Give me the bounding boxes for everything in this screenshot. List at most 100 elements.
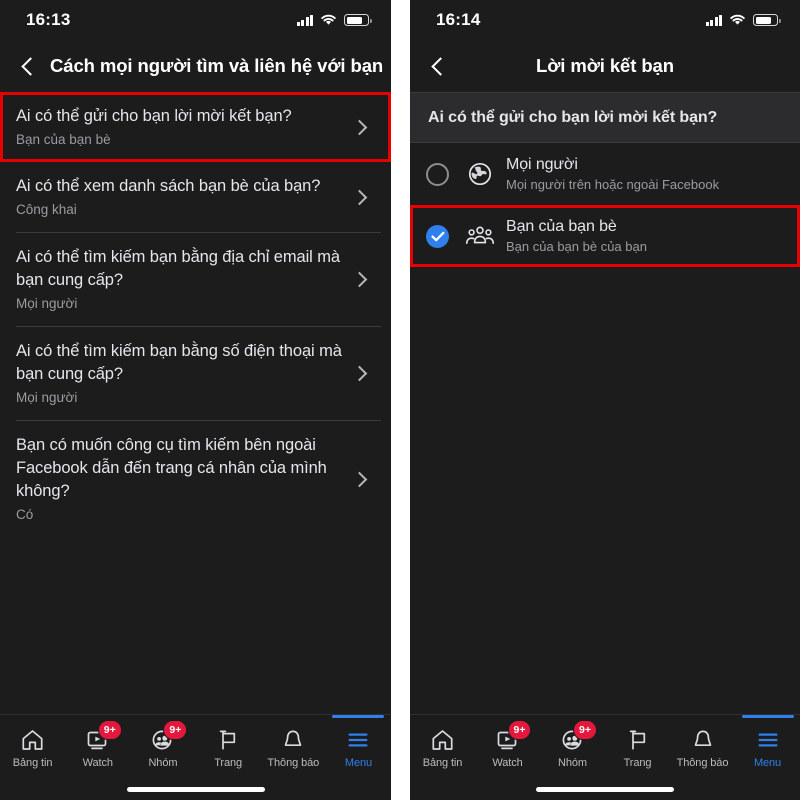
home-icon <box>430 727 455 753</box>
battery-icon <box>753 14 781 26</box>
status-icon-group <box>296 14 372 26</box>
option-description: Bạn của bạn bè của bạn <box>506 239 647 254</box>
hamburger-menu-icon <box>346 727 370 753</box>
back-button[interactable] <box>6 44 50 88</box>
left-phone-screen: 16:13 Cách mọi người tìm và liên hệ với … <box>0 0 391 800</box>
tab-thong-bao[interactable]: Thông báo <box>261 722 326 769</box>
badge-count: 9+ <box>163 720 188 740</box>
page-title: Cách mọi người tìm và liên hệ với bạn <box>50 55 384 76</box>
watch-video-icon: 9+ <box>85 720 122 753</box>
setting-texts: Ai có thể xem danh sách bạn bè của bạn? … <box>16 175 354 219</box>
wifi-icon <box>730 14 745 25</box>
setting-question: Ai có thể tìm kiếm bạn bằng địa chỉ emai… <box>16 248 340 289</box>
tab-label: Trang <box>214 757 243 769</box>
tab-label: Bảng tin <box>12 757 53 769</box>
left-bottom-tab-bar: Bảng tin 9+ Watch 9+ Nhóm Trang Thông bá… <box>0 714 391 778</box>
setting-answer: Mọi người <box>16 296 78 311</box>
section-header: Ai có thể gửi cho bạn lời mời kết bạn? <box>410 92 800 143</box>
status-time: 16:14 <box>436 10 481 29</box>
badge-count: 9+ <box>573 720 597 740</box>
tab-menu[interactable]: Menu <box>735 715 800 769</box>
groups-icon: 9+ <box>560 720 597 753</box>
chevron-right-icon <box>351 189 368 205</box>
tab-nhom[interactable]: 9+ Nhóm <box>130 720 195 769</box>
option-name: Mọi người <box>506 156 578 173</box>
setting-row-friend-requests[interactable]: Ai có thể gửi cho bạn lời mời kết bạn? B… <box>0 92 391 162</box>
hamburger-menu-icon <box>756 727 780 753</box>
home-indicator-area <box>0 778 391 800</box>
status-time: 16:13 <box>26 10 71 29</box>
badge-count: 9+ <box>507 720 532 740</box>
groups-icon: 9+ <box>150 720 188 753</box>
page-title: Lời mời kết bạn <box>536 55 674 76</box>
right-options-list: Ai có thể gửi cho bạn lời mời kết bạn? M… <box>410 92 800 714</box>
tab-trang[interactable]: Trang <box>605 722 670 769</box>
tab-label: Trang <box>623 757 652 769</box>
tab-menu[interactable]: Menu <box>326 715 391 769</box>
tab-nhom[interactable]: 9+ Nhóm <box>540 720 605 769</box>
tab-label: Nhóm <box>148 757 178 769</box>
chevron-left-icon <box>430 56 450 76</box>
left-settings-list: Ai có thể gửi cho bạn lời mời kết bạn? B… <box>0 92 391 714</box>
setting-texts: Ai có thể gửi cho bạn lời mời kết bạn? B… <box>16 105 354 149</box>
tab-label: Menu <box>344 757 372 769</box>
tab-watch[interactable]: 9+ Watch <box>475 720 540 769</box>
friends-group-icon <box>463 224 497 248</box>
tab-label: Menu <box>753 757 782 769</box>
chevron-right-icon <box>351 119 368 135</box>
setting-row-search-engine-link[interactable]: Bạn có muốn công cụ tìm kiếm bên ngoài F… <box>0 421 391 537</box>
chevron-left-icon <box>20 56 40 76</box>
tab-label: Thông báo <box>267 757 320 769</box>
cellular-signal-icon <box>705 14 722 26</box>
left-navigation-bar: Cách mọi người tìm và liên hệ với bạn <box>0 40 391 92</box>
option-description: Mọi người trên hoặc ngoài Facebook <box>506 177 720 192</box>
chevron-right-icon <box>351 365 368 382</box>
section-header-text: Ai có thể gửi cho bạn lời mời kết bạn? <box>428 109 718 126</box>
back-button[interactable] <box>416 44 460 88</box>
setting-texts: Ai có thể tìm kiếm bạn bằng số điện thoạ… <box>16 340 354 407</box>
tab-label: Watch <box>82 757 113 769</box>
setting-answer: Công khai <box>16 202 77 217</box>
setting-texts: Bạn có muốn công cụ tìm kiếm bên ngoài F… <box>16 434 354 524</box>
tab-thong-bao[interactable]: Thông báo <box>670 722 735 769</box>
tab-watch[interactable]: 9+ Watch <box>65 720 130 769</box>
battery-icon <box>344 14 372 26</box>
status-icon-group <box>705 14 781 26</box>
setting-row-friend-list-visibility[interactable]: Ai có thể xem danh sách bạn bè của bạn? … <box>0 162 391 232</box>
badge-count: 9+ <box>97 720 122 740</box>
setting-answer: Mọi người <box>16 390 78 405</box>
setting-answer: Bạn của bạn bè <box>16 132 111 147</box>
active-tab-indicator <box>332 715 385 718</box>
right-navigation-bar: Lời mời kết bạn <box>410 40 800 92</box>
home-indicator[interactable] <box>536 786 674 792</box>
right-bottom-tab-bar: Bảng tin 9+ Watch 9+ Nhóm Trang Thông bá… <box>410 714 800 778</box>
tab-label: Watch <box>492 757 523 769</box>
setting-answer: Có <box>16 507 34 522</box>
active-tab-indicator <box>741 715 794 718</box>
right-status-bar: 16:14 <box>410 0 800 40</box>
pages-flag-icon <box>216 727 240 753</box>
tab-label: Bảng tin <box>422 757 463 769</box>
home-indicator[interactable] <box>126 786 265 792</box>
tab-bang-tin[interactable]: Bảng tin <box>0 722 65 769</box>
home-indicator-area <box>410 778 800 800</box>
radio-selected-icon[interactable] <box>426 224 449 248</box>
setting-question: Bạn có muốn công cụ tìm kiếm bên ngoài F… <box>16 436 327 500</box>
panel-separator <box>391 0 410 800</box>
cellular-signal-icon <box>296 14 313 26</box>
setting-texts: Ai có thể tìm kiếm bạn bằng địa chỉ emai… <box>16 246 354 313</box>
setting-row-phone-lookup[interactable]: Ai có thể tìm kiếm bạn bằng số điện thoạ… <box>0 327 391 420</box>
radio-unselected-icon[interactable] <box>426 162 449 186</box>
right-phone-screen: 16:14 Lời mời kết bạn Ai có thể gửi cho … <box>410 0 800 800</box>
wifi-icon <box>321 14 336 25</box>
tab-trang[interactable]: Trang <box>196 722 261 769</box>
option-row-friends-of-friends[interactable]: Bạn của bạn bè Bạn của bạn bè của bạn <box>410 205 800 267</box>
watch-video-icon: 9+ <box>495 720 532 753</box>
left-status-bar: 16:13 <box>0 0 391 40</box>
setting-row-email-lookup[interactable]: Ai có thể tìm kiếm bạn bằng địa chỉ emai… <box>0 233 391 326</box>
setting-question: Ai có thể gửi cho bạn lời mời kết bạn? <box>16 107 292 125</box>
option-row-everyone[interactable]: Mọi người Mọi người trên hoặc ngoài Face… <box>410 143 800 205</box>
chevron-right-icon <box>351 471 368 487</box>
tab-bang-tin[interactable]: Bảng tin <box>410 722 475 769</box>
pages-flag-icon <box>626 727 650 753</box>
